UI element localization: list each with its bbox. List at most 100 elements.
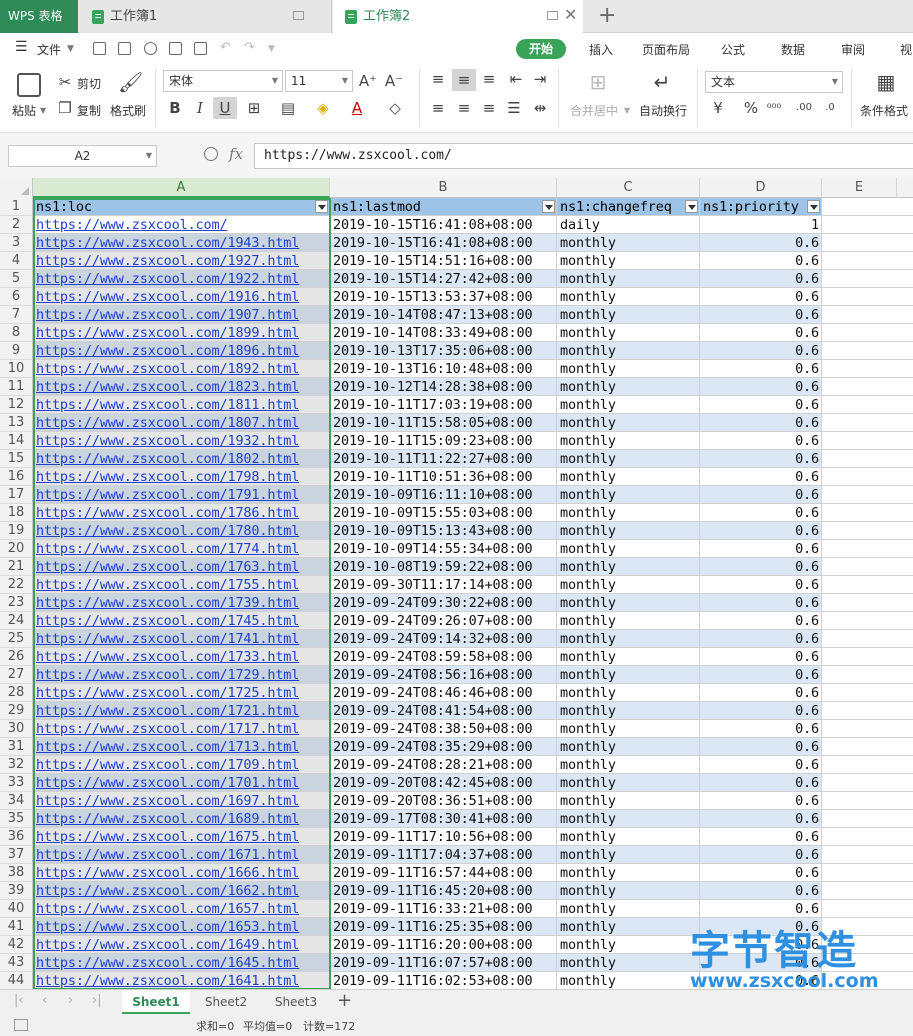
formula-input[interactable]: https://www.zsxcool.com/ — [254, 143, 913, 169]
priority-cell[interactable]: 0.6 — [700, 846, 822, 864]
empty-cell[interactable] — [822, 504, 913, 522]
changefreq-cell[interactable]: monthly — [557, 918, 700, 936]
changefreq-cell[interactable]: monthly — [557, 522, 700, 540]
lastmod-cell[interactable]: 2019-10-11T15:09:23+08:00 — [330, 432, 557, 450]
app-name[interactable]: WPS 表格 — [0, 0, 78, 33]
row-number[interactable]: 1 — [0, 198, 33, 216]
empty-cell[interactable] — [822, 972, 913, 989]
priority-cell[interactable]: 0.6 — [700, 594, 822, 612]
url-cell[interactable]: https://www.zsxcool.com/1774.html — [33, 540, 330, 558]
changefreq-cell[interactable]: monthly — [557, 306, 700, 324]
url-link[interactable]: https://www.zsxcool.com/1802.html — [36, 451, 299, 467]
priority-cell[interactable]: 0.6 — [700, 504, 822, 522]
row-number[interactable]: 9 — [0, 342, 33, 360]
decrease-indent-icon[interactable]: ⇤ — [506, 70, 526, 88]
changefreq-cell[interactable]: monthly — [557, 468, 700, 486]
row-number[interactable]: 20 — [0, 540, 33, 558]
row-number[interactable]: 10 — [0, 360, 33, 378]
priority-cell[interactable]: 0.6 — [700, 522, 822, 540]
tab-workbook2[interactable]: 工作簿2 ✕ — [333, 0, 583, 33]
row-number[interactable]: 11 — [0, 378, 33, 396]
lastmod-cell[interactable]: 2019-10-14T08:33:49+08:00 — [330, 324, 557, 342]
conditional-format-button[interactable]: 条件格式 — [860, 102, 908, 119]
url-link[interactable]: https://www.zsxcool.com/1657.html — [36, 901, 299, 917]
url-cell[interactable]: https://www.zsxcool.com/1802.html — [33, 450, 330, 468]
url-link[interactable]: https://www.zsxcool.com/1755.html — [36, 577, 299, 593]
lastmod-cell[interactable]: 2019-09-24T08:46:46+08:00 — [330, 684, 557, 702]
url-link[interactable]: https://www.zsxcool.com/1943.html — [36, 235, 299, 251]
lastmod-cell[interactable]: 2019-09-17T08:30:41+08:00 — [330, 810, 557, 828]
url-cell[interactable]: https://www.zsxcool.com/1657.html — [33, 900, 330, 918]
changefreq-cell[interactable]: monthly — [557, 828, 700, 846]
url-link[interactable]: https://www.zsxcool.com/1763.html — [36, 559, 299, 575]
changefreq-cell[interactable]: monthly — [557, 450, 700, 468]
empty-cell[interactable] — [822, 630, 913, 648]
copy-icon[interactable]: ❐ — [55, 99, 75, 117]
changefreq-cell[interactable]: monthly — [557, 900, 700, 918]
cut-button[interactable]: 剪切 — [77, 75, 101, 92]
empty-cell[interactable] — [822, 252, 913, 270]
lastmod-cell[interactable]: 2019-10-15T14:51:16+08:00 — [330, 252, 557, 270]
add-sheet-icon[interactable]: + — [337, 990, 352, 1012]
changefreq-cell[interactable]: monthly — [557, 414, 700, 432]
changefreq-cell[interactable]: monthly — [557, 432, 700, 450]
changefreq-cell[interactable]: monthly — [557, 882, 700, 900]
lastmod-cell[interactable]: 2019-09-11T17:10:56+08:00 — [330, 828, 557, 846]
number-format-select[interactable]: 文本 ▼ — [705, 71, 843, 93]
url-link[interactable]: https://www.zsxcool.com/1780.html — [36, 523, 299, 539]
changefreq-cell[interactable]: monthly — [557, 702, 700, 720]
changefreq-cell[interactable]: monthly — [557, 648, 700, 666]
url-link[interactable]: https://www.zsxcool.com/1717.html — [36, 721, 299, 737]
font-size-select[interactable]: 11 ▼ — [285, 70, 353, 92]
url-link[interactable]: https://www.zsxcool.com/1807.html — [36, 415, 299, 431]
select-all-corner[interactable] — [0, 178, 33, 198]
row-number[interactable]: 25 — [0, 630, 33, 648]
fx-icon[interactable]: fx — [229, 145, 243, 163]
url-link[interactable]: https://www.zsxcool.com/1653.html — [36, 919, 299, 935]
column-header-c[interactable]: C — [557, 178, 700, 198]
changefreq-cell[interactable]: monthly — [557, 576, 700, 594]
changefreq-cell[interactable]: monthly — [557, 864, 700, 882]
empty-cell[interactable] — [822, 612, 913, 630]
lastmod-cell[interactable]: 2019-09-24T08:56:16+08:00 — [330, 666, 557, 684]
empty-cell[interactable] — [822, 198, 913, 216]
url-link[interactable]: https://www.zsxcool.com/1689.html — [36, 811, 299, 827]
url-cell[interactable]: https://www.zsxcool.com/1943.html — [33, 234, 330, 252]
chevron-down-icon[interactable]: ▼ — [67, 44, 74, 54]
window-icon[interactable] — [293, 11, 304, 20]
url-cell[interactable]: https://www.zsxcool.com/1649.html — [33, 936, 330, 954]
url-link[interactable]: https://www.zsxcool.com/1741.html — [36, 631, 299, 647]
changefreq-cell[interactable]: monthly — [557, 540, 700, 558]
lastmod-cell[interactable]: 2019-10-09T14:55:34+08:00 — [330, 540, 557, 558]
empty-cell[interactable] — [822, 432, 913, 450]
empty-cell[interactable] — [822, 396, 913, 414]
row-number[interactable]: 3 — [0, 234, 33, 252]
empty-cell[interactable] — [822, 414, 913, 432]
empty-cell[interactable] — [822, 846, 913, 864]
empty-cell[interactable] — [822, 648, 913, 666]
url-cell[interactable]: https://www.zsxcool.com/1709.html — [33, 756, 330, 774]
filter-dropdown-icon[interactable] — [315, 200, 328, 213]
changefreq-cell[interactable]: monthly — [557, 234, 700, 252]
changefreq-cell[interactable]: monthly — [557, 738, 700, 756]
row-number[interactable]: 24 — [0, 612, 33, 630]
changefreq-cell[interactable]: monthly — [557, 810, 700, 828]
row-number[interactable]: 14 — [0, 432, 33, 450]
underline-icon[interactable]: U — [213, 97, 237, 119]
empty-cell[interactable] — [822, 954, 913, 972]
url-link[interactable]: https://www.zsxcool.com/1811.html — [36, 397, 299, 413]
url-cell[interactable]: https://www.zsxcool.com/1701.html — [33, 774, 330, 792]
window-icon[interactable] — [547, 11, 558, 20]
priority-cell[interactable]: 0.6 — [700, 864, 822, 882]
url-cell[interactable]: https://www.zsxcool.com/1932.html — [33, 432, 330, 450]
lastmod-cell[interactable]: 2019-10-09T15:55:03+08:00 — [330, 504, 557, 522]
changefreq-cell[interactable]: monthly — [557, 378, 700, 396]
priority-cell[interactable]: 0.6 — [700, 702, 822, 720]
fill-pattern-icon[interactable]: ▤ — [278, 99, 298, 117]
url-link[interactable]: https://www.zsxcool.com/1739.html — [36, 595, 299, 611]
tab-insert[interactable]: 插入 — [589, 41, 613, 58]
empty-cell[interactable] — [822, 810, 913, 828]
empty-cell[interactable] — [822, 306, 913, 324]
last-sheet-icon[interactable]: ›| — [92, 993, 102, 1008]
priority-cell[interactable]: 0.6 — [700, 414, 822, 432]
